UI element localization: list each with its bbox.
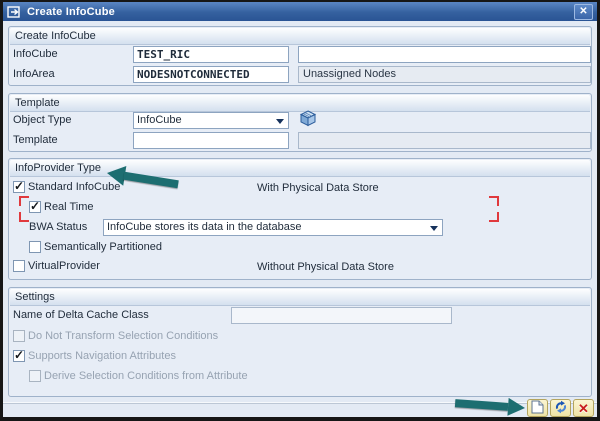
- object-type-label: Object Type: [13, 112, 72, 129]
- delta-cache-class-input[interactable]: [231, 307, 452, 324]
- dialog-window-icon: [7, 6, 22, 18]
- bwa-status-dropdown[interactable]: InfoCube stores its data in the database: [103, 219, 443, 236]
- with-physical-data-store-note: With Physical Data Store: [257, 181, 379, 195]
- object-type-dropdown[interactable]: InfoCube: [133, 112, 289, 129]
- dropdown-arrow-icon: [276, 119, 284, 124]
- infocube-cube-icon: [299, 110, 317, 130]
- infoarea-label: InfoArea: [13, 66, 55, 83]
- without-physical-data-store-note: Without Physical Data Store: [257, 260, 394, 274]
- supports-navigation-attributes-label: Supports Navigation Attributes: [28, 348, 176, 365]
- real-time-label: Real Time: [44, 199, 94, 216]
- bwa-status-value: InfoCube stores its data in the database: [107, 221, 301, 233]
- new-page-icon: [531, 400, 544, 417]
- template-input[interactable]: [133, 132, 289, 149]
- infocube-description-input[interactable]: [298, 46, 591, 63]
- close-button[interactable]: ✕: [574, 4, 593, 20]
- real-time-checkbox[interactable]: [29, 201, 41, 213]
- defaults-button[interactable]: [550, 399, 571, 417]
- semantically-partitioned-checkbox[interactable]: [29, 241, 41, 253]
- virtualprovider-label: VirtualProvider: [28, 258, 100, 275]
- delta-cache-class-label: Name of Delta Cache Class: [13, 307, 149, 324]
- infoarea-description-field: Unassigned Nodes: [298, 66, 591, 83]
- infoarea-input[interactable]: NODESNOTCONNECTED: [133, 66, 289, 83]
- derive-selection-conditions-label: Derive Selection Conditions from Attribu…: [44, 368, 248, 385]
- standard-infocube-checkbox[interactable]: [13, 181, 25, 193]
- dialog-title: Create InfoCube: [27, 6, 574, 18]
- object-type-value: InfoCube: [137, 114, 182, 126]
- cancel-button[interactable]: ✕: [573, 399, 594, 417]
- dialog-titlebar: Create InfoCube ✕: [3, 2, 597, 21]
- semantically-partitioned-label: Semantically Partitioned: [44, 239, 162, 256]
- infocube-input[interactable]: TEST_RIC: [133, 46, 289, 63]
- template-description-field: [298, 132, 591, 149]
- settings-group-title: Settings: [10, 289, 590, 306]
- bwa-status-label: BWA Status: [29, 219, 87, 236]
- create-infocube-dialog: Create InfoCube ✕ Create InfoCube InfoCu…: [0, 0, 600, 421]
- cancel-x-icon: ✕: [578, 402, 589, 415]
- infoprovider-group-title: InfoProvider Type: [10, 160, 590, 177]
- create-group-title: Create InfoCube: [10, 28, 590, 45]
- create-button[interactable]: [527, 399, 548, 417]
- template-label: Template: [13, 132, 58, 149]
- infocube-label: InfoCube: [13, 46, 58, 63]
- virtualprovider-checkbox[interactable]: [13, 260, 25, 272]
- close-icon: ✕: [579, 7, 587, 17]
- refresh-icon: [554, 400, 568, 417]
- do-not-transform-checkbox[interactable]: [13, 330, 25, 342]
- do-not-transform-label: Do Not Transform Selection Conditions: [28, 328, 218, 345]
- derive-selection-conditions-checkbox[interactable]: [29, 370, 41, 382]
- supports-navigation-attributes-checkbox[interactable]: [13, 350, 25, 362]
- dropdown-arrow-icon: [430, 226, 438, 231]
